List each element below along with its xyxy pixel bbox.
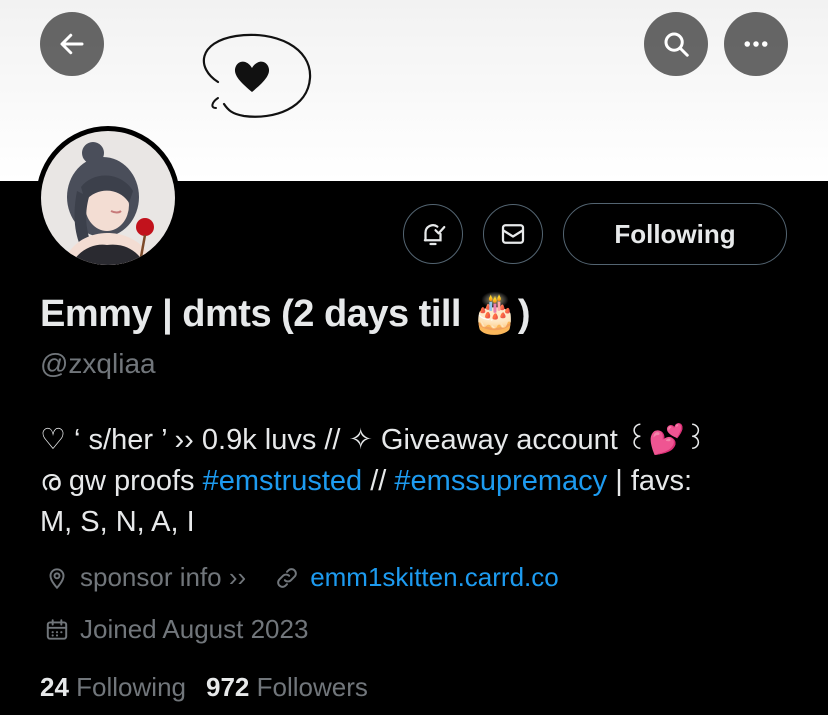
profile-name-close: ) <box>517 293 531 335</box>
heart-speech-bubble-doodle <box>202 33 312 118</box>
profile-name-text: Emmy | dmts (2 days till <box>40 293 472 335</box>
joined-row: Joined August 2023 <box>44 614 308 645</box>
profile-handle: @zxqliaa <box>40 348 156 379</box>
location-text: sponsor info ›› <box>80 562 247 592</box>
mail-icon <box>501 224 525 244</box>
following-stat[interactable]: 24 Following <box>40 672 186 703</box>
followers-label: Followers <box>256 672 368 702</box>
more-horizontal-icon <box>744 41 768 47</box>
bio-line-1: ♡ ‘ s/her ’ ›› 0.9k luvs // ✧ Giveaway a… <box>40 424 708 456</box>
profile-meta-row: sponsor info ›› emm1skitten.carrd.co <box>44 562 559 593</box>
message-button[interactable] <box>483 204 543 264</box>
birthday-cake-emoji: 🎂 <box>471 293 518 335</box>
back-button[interactable] <box>40 12 104 76</box>
followers-stat[interactable]: 972 Followers <box>206 672 368 703</box>
link-icon <box>274 565 300 591</box>
following-label: Following <box>76 672 186 702</box>
location-pin-icon <box>44 565 70 591</box>
website-link[interactable]: emm1skitten.carrd.co <box>310 562 559 593</box>
more-button[interactable] <box>724 12 788 76</box>
hashtag-emssupremacy-link[interactable]: #emssupremacy <box>394 465 607 497</box>
avatar-border <box>36 126 180 270</box>
bio-line-2-prefix: ര gw proofs <box>40 465 203 497</box>
following-button[interactable]: Following <box>563 203 787 265</box>
avatar-illustration <box>41 131 175 265</box>
calendar-icon <box>44 617 70 643</box>
profile-name: Emmy | dmts (2 days till 🎂) <box>40 292 531 336</box>
follow-stats: 24 Following 972 Followers <box>40 672 388 703</box>
bio-line-3: M, S, N, A, I <box>40 506 195 538</box>
following-count: 24 <box>40 672 69 702</box>
hashtag-emstrusted-link[interactable]: #emstrusted <box>203 465 363 497</box>
profile-bio: ♡ ‘ s/her ’ ›› 0.9k luvs // ✧ Giveaway a… <box>40 420 800 543</box>
search-button[interactable] <box>644 12 708 76</box>
bio-line-2-suffix: | favs: <box>607 465 693 497</box>
bio-line-2: ര gw proofs #emstrusted // #emssupremacy… <box>40 461 800 502</box>
arrow-left-icon <box>60 33 84 55</box>
bell-check-icon <box>423 224 446 246</box>
avatar[interactable] <box>41 131 175 265</box>
joined-date: Joined August 2023 <box>80 614 309 644</box>
bio-line-2-separator: // <box>362 465 395 497</box>
search-icon <box>664 32 689 57</box>
followers-count: 972 <box>205 672 250 702</box>
notifications-button[interactable] <box>403 204 463 264</box>
